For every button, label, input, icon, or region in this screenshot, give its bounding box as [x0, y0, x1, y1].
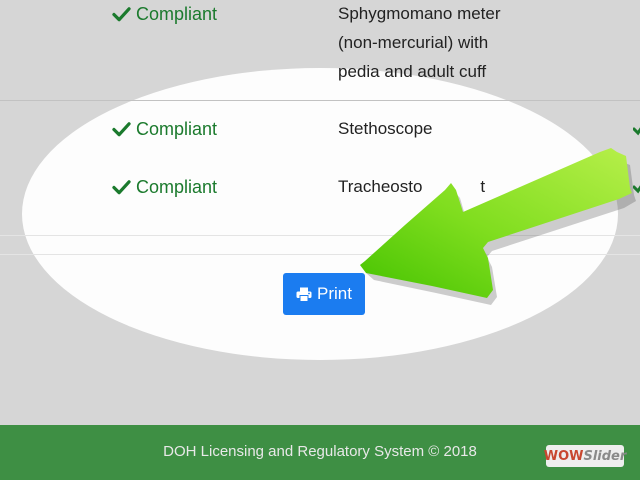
watermark-part: WOW [543, 448, 584, 464]
watermark-logo: WOW Slider [543, 445, 627, 467]
pointer-arrow-icon [360, 148, 636, 305]
watermark-part: Slider [583, 448, 627, 464]
